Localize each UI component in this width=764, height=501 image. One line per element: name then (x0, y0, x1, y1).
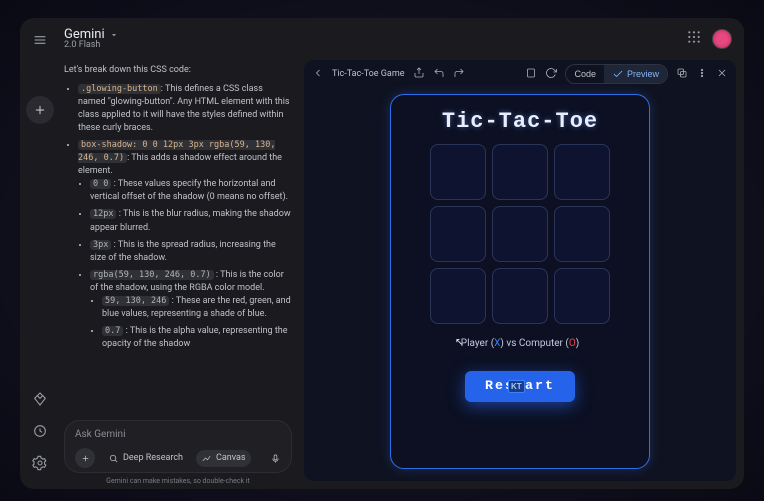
chat-pane: Let's break down this CSS code: .glowing… (60, 60, 300, 489)
cell-2[interactable] (554, 144, 610, 200)
new-chat-button[interactable] (26, 96, 54, 124)
cell-6[interactable] (430, 268, 486, 324)
code-tab[interactable]: Code (566, 65, 604, 83)
app-frame: Gemini 2.0 Flash Let's break down this C… (20, 18, 744, 489)
game-card: Tic-Tac-Toe (390, 94, 650, 469)
brand-block[interactable]: Gemini 2.0 Flash (64, 28, 119, 50)
game-board (430, 144, 610, 324)
avatar[interactable] (712, 29, 732, 49)
history-icon[interactable] (32, 423, 48, 443)
apps-icon[interactable] (686, 29, 702, 49)
share-icon[interactable] (413, 67, 425, 82)
game-title: Tic-Tac-Toe (442, 109, 598, 134)
left-rail (20, 18, 60, 489)
cell-4[interactable] (492, 206, 548, 262)
response-text: Let's break down this CSS code: .glowing… (64, 64, 292, 414)
undo-icon[interactable] (433, 67, 445, 82)
composer[interactable]: Ask Gemini Deep Research Canvas (64, 420, 292, 473)
settings-icon[interactable] (32, 455, 48, 475)
device-icon[interactable] (525, 67, 537, 82)
composer-input[interactable]: Ask Gemini (75, 429, 281, 440)
copy-icon[interactable] (676, 67, 688, 82)
attach-button[interactable] (75, 448, 95, 468)
gem-icon[interactable] (32, 391, 48, 411)
close-icon[interactable] (716, 67, 728, 82)
preview-tab[interactable]: Preview (604, 65, 667, 83)
cell-1[interactable] (492, 144, 548, 200)
redo-icon[interactable] (453, 67, 465, 82)
cell-0[interactable] (430, 144, 486, 200)
deep-research-button[interactable]: Deep Research (103, 450, 188, 467)
cell-5[interactable] (554, 206, 610, 262)
restart-button[interactable]: Restart KT (465, 371, 575, 402)
collapse-icon[interactable] (312, 67, 324, 82)
canvas-toolbar: Tic-Tac-Toe Game Code Preview (304, 60, 736, 88)
main-area: Gemini 2.0 Flash Let's break down this C… (60, 18, 744, 489)
disclaimer: Gemini can make mistakes, so double-chec… (64, 477, 292, 485)
chevron-down-icon (109, 30, 119, 40)
cell-3[interactable] (430, 206, 486, 262)
view-toggle: Code Preview (565, 64, 668, 84)
menu-icon[interactable] (32, 32, 48, 52)
canvas-button[interactable]: Canvas (196, 450, 251, 467)
canvas-body: Tic-Tac-Toe (304, 88, 736, 481)
cell-8[interactable] (554, 268, 610, 324)
mic-icon[interactable] (270, 449, 281, 468)
canvas-pane: Tic-Tac-Toe Game Code Preview (304, 60, 736, 481)
kt-badge: KT (508, 380, 525, 393)
cell-7[interactable] (492, 268, 548, 324)
model-label: 2.0 Flash (64, 41, 119, 50)
more-icon[interactable] (696, 67, 708, 82)
top-bar: Gemini 2.0 Flash (60, 18, 744, 60)
canvas-title: Tic-Tac-Toe Game (332, 69, 405, 79)
game-status: Player (X) vs Computer (O) (461, 338, 579, 349)
refresh-icon[interactable] (545, 67, 557, 82)
